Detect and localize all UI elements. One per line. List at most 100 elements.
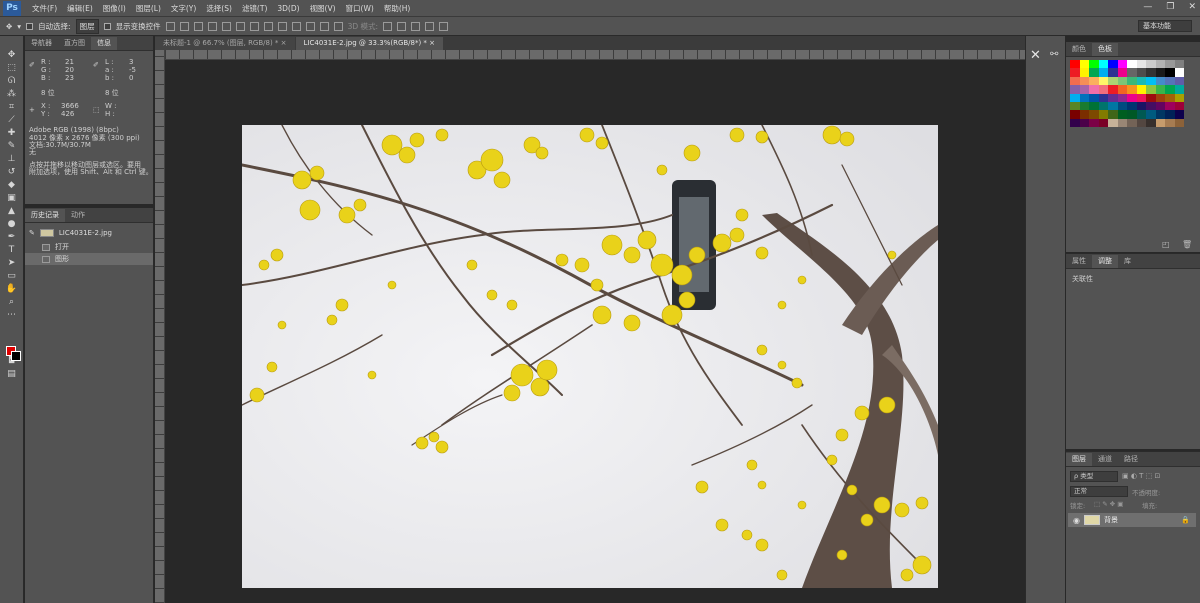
path-selection-tool-icon[interactable]: ➤ [6, 258, 18, 268]
color-swatch[interactable] [1165, 60, 1175, 69]
color-swatch[interactable] [1079, 101, 1089, 111]
tab-properties[interactable]: 属性 [1066, 255, 1092, 268]
tab-libraries[interactable]: 库 [1118, 255, 1137, 268]
color-swatch[interactable] [1108, 68, 1118, 77]
panel-options-icon[interactable]: ⚯ [1050, 49, 1058, 60]
move-tool-icon[interactable]: ✥ [6, 50, 18, 60]
healing-brush-tool-icon[interactable]: ✚ [6, 128, 18, 138]
color-swatch[interactable] [1070, 76, 1080, 86]
magic-wand-tool-icon[interactable]: ⁂ [6, 89, 18, 99]
color-swatch[interactable] [1155, 76, 1165, 86]
type-tool-icon[interactable]: T [6, 245, 18, 255]
color-swatch[interactable] [1136, 68, 1146, 77]
color-swatch[interactable] [1165, 101, 1175, 111]
color-swatch[interactable] [1127, 85, 1137, 94]
color-swatch[interactable] [1174, 60, 1184, 69]
color-swatch[interactable] [1098, 85, 1108, 94]
color-swatch[interactable] [1117, 118, 1127, 128]
history-snapshot[interactable]: ✎ LIC4031E-2.jpg [25, 227, 153, 239]
tab-channels[interactable]: 通道 [1092, 453, 1118, 466]
color-swatch[interactable] [1165, 118, 1175, 128]
color-swatch[interactable] [1146, 110, 1156, 119]
color-swatch[interactable] [1136, 118, 1146, 128]
tab-layers[interactable]: 图层 [1066, 453, 1092, 466]
color-swatch[interactable] [1089, 118, 1099, 128]
distribute-top-icon[interactable] [249, 21, 259, 31]
color-swatch[interactable] [1089, 76, 1099, 86]
align-left-icon[interactable] [207, 21, 217, 31]
color-swatch[interactable] [1098, 76, 1108, 86]
color-swatch[interactable] [1146, 93, 1156, 102]
tab-info[interactable]: 信息 [91, 37, 117, 50]
color-swatch[interactable] [1108, 101, 1118, 111]
color-swatch[interactable] [1089, 85, 1099, 94]
color-swatch[interactable] [1174, 68, 1184, 77]
color-swatch[interactable] [1117, 101, 1127, 111]
align-top-icon[interactable] [165, 21, 175, 31]
color-swatch[interactable] [1136, 110, 1146, 119]
layer-background[interactable]: ◉ 背景 🔒 [1068, 513, 1196, 527]
color-swatch[interactable] [1174, 110, 1184, 119]
tab-color[interactable]: 颜色 [1066, 43, 1092, 56]
color-swatch[interactable] [1155, 93, 1165, 102]
color-swatch[interactable] [1155, 110, 1165, 119]
color-swatch[interactable] [1174, 93, 1184, 102]
history-step-open[interactable]: 打开 [25, 241, 153, 253]
color-swatch[interactable] [1098, 110, 1108, 119]
color-swatch[interactable] [1089, 110, 1099, 119]
history-step-current[interactable]: 图形 [25, 253, 153, 265]
color-swatch[interactable] [1117, 68, 1127, 77]
document-image[interactable] [242, 125, 938, 588]
blend-mode-dropdown[interactable]: 正常 [1070, 486, 1128, 497]
more-tools-icon[interactable]: ⋯ [6, 310, 18, 320]
color-swatch[interactable] [1108, 76, 1118, 86]
3d-slide-icon[interactable] [425, 21, 435, 31]
menu-3d[interactable]: 3D(D) [272, 4, 304, 13]
color-swatch[interactable] [1165, 85, 1175, 94]
menu-image[interactable]: 图像(I) [98, 3, 131, 14]
shape-tool-icon[interactable]: ▭ [6, 271, 18, 281]
minimize-icon[interactable]: — [1143, 2, 1152, 12]
color-swatch[interactable] [1108, 118, 1118, 128]
color-swatch[interactable] [1146, 85, 1156, 94]
crop-tool-icon[interactable]: ⌗ [6, 102, 18, 112]
layer-kind-filter[interactable]: ρ 类型 [1070, 471, 1118, 482]
tab-histogram[interactable]: 直方图 [58, 37, 91, 50]
color-swatch[interactable] [1070, 60, 1080, 69]
color-swatch[interactable] [1079, 85, 1089, 94]
align-center-icon[interactable] [221, 21, 231, 31]
color-swatch[interactable] [1155, 60, 1165, 69]
tab-history[interactable]: 历史记录 [25, 209, 65, 222]
color-swatch[interactable] [1136, 85, 1146, 94]
dodge-tool-icon[interactable]: ● [6, 219, 18, 229]
color-swatch[interactable] [1146, 60, 1156, 69]
color-swatch[interactable] [1146, 118, 1156, 128]
auto-select-dropdown[interactable]: 图层 [75, 18, 99, 34]
new-swatch-icon[interactable]: ◰ [1162, 240, 1170, 249]
show-transform-checkbox[interactable] [103, 22, 111, 30]
color-swatch[interactable] [1089, 68, 1099, 77]
distribute-right-icon[interactable] [319, 21, 329, 31]
menu-edit[interactable]: 编辑(E) [62, 3, 98, 14]
color-swatch[interactable] [1136, 60, 1146, 69]
color-swatch[interactable] [1146, 76, 1156, 86]
history-brush-tool-icon[interactable]: ↺ [6, 167, 18, 177]
auto-align-icon[interactable] [333, 21, 343, 31]
menu-view[interactable]: 视图(V) [305, 3, 341, 14]
color-swatch[interactable] [1070, 85, 1080, 94]
color-swatch[interactable] [1108, 85, 1118, 94]
screen-mode-icon[interactable]: ▤ [6, 369, 18, 379]
color-swatch[interactable] [1070, 118, 1080, 128]
distribute-left-icon[interactable] [291, 21, 301, 31]
color-swatch[interactable] [1127, 60, 1137, 69]
color-swatch[interactable] [1146, 68, 1156, 77]
3d-pan-icon[interactable] [411, 21, 421, 31]
align-bottom-icon[interactable] [193, 21, 203, 31]
hand-tool-icon[interactable]: ✋ [6, 284, 18, 294]
color-swatch[interactable] [1089, 93, 1099, 102]
color-swatch[interactable] [1079, 118, 1089, 128]
align-middle-icon[interactable] [179, 21, 189, 31]
background-color-swatch[interactable] [11, 351, 21, 361]
color-swatch[interactable] [1098, 101, 1108, 111]
color-swatch[interactable] [1070, 110, 1080, 119]
